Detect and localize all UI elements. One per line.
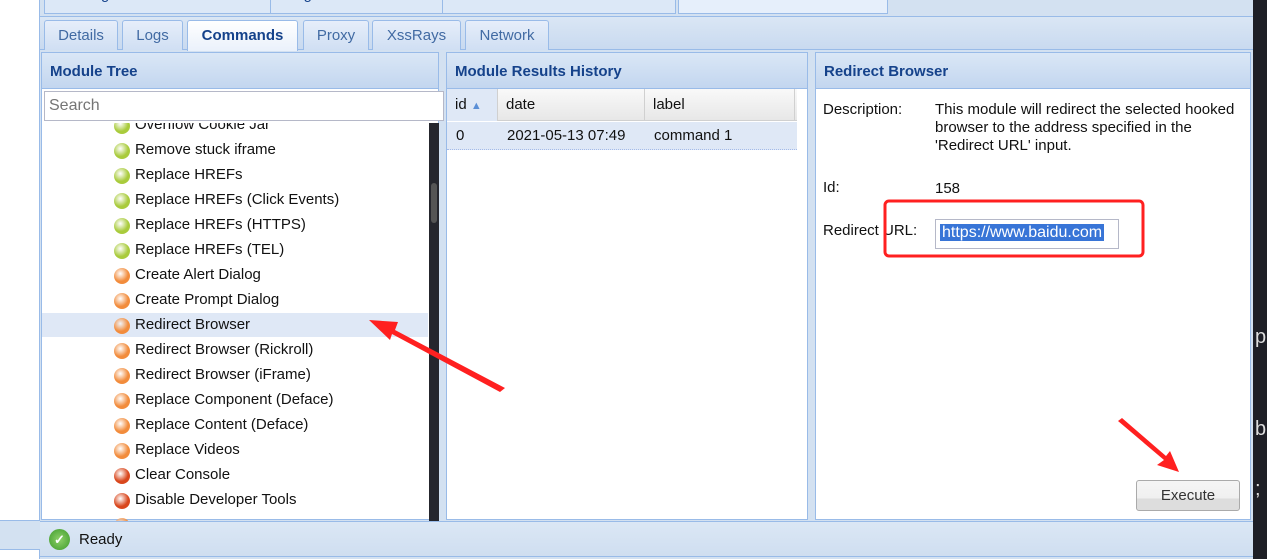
tree-item[interactable]: Overflow Cookie Jar <box>42 123 428 137</box>
column-date[interactable]: date <box>498 89 645 121</box>
cell-label: command 1 <box>654 127 733 144</box>
scrollbar-thumb[interactable] <box>431 183 437 223</box>
status-dot-icon <box>114 168 130 184</box>
status-dot-icon <box>114 343 130 359</box>
module-tree: Overflow Cookie Jar Remove stuck iframe Re… <box>42 123 428 521</box>
status-dot-icon <box>114 193 130 209</box>
tree-item[interactable]: Redirect Browser (Rickroll) <box>42 338 428 362</box>
id-label: Id: <box>823 179 840 196</box>
tree-item-label: Replace HREFs (HTTPS) <box>135 216 306 233</box>
tree-item[interactable]: Replace Component (Deface) <box>42 388 428 412</box>
status-dot-icon <box>114 393 130 409</box>
tree-item-label: Disable Developer Tools <box>135 491 297 508</box>
status-dot-icon <box>114 268 130 284</box>
tree-item-label: Create Prompt Dialog <box>135 291 280 308</box>
tab-logs[interactable]: Logs <box>122 20 183 50</box>
tab-details[interactable]: Details <box>44 20 118 50</box>
module-detail-panel: Redirect Browser Description: This modul… <box>815 52 1251 520</box>
module-title: Redirect Browser <box>816 53 1250 89</box>
redirect-url-value: https://www.baidu.com <box>940 224 1105 241</box>
tree-item[interactable]: Replace HREFs (Click Events) <box>42 188 428 212</box>
tree-item[interactable]: Replace HREFs (HTTPS) <box>42 213 428 237</box>
left-panel-edge <box>0 0 40 559</box>
tree-item-label: Replace Videos <box>135 441 240 458</box>
tree-item[interactable]: Redirect Browser (iFrame) <box>42 363 428 387</box>
tab-current-browser[interactable]: Current Browser <box>678 0 888 14</box>
check-circle-icon: ✓ <box>49 529 70 550</box>
tree-item[interactable]: Replace HREFs <box>42 163 428 187</box>
status-dot-icon <box>114 293 130 309</box>
cell-id: 0 <box>456 127 465 144</box>
status-dot-icon <box>114 318 130 334</box>
tree-item-label: Redirect Browser <box>135 316 251 333</box>
tree-item-label: Replace HREFs <box>135 166 243 183</box>
execute-button[interactable]: Execute <box>1136 480 1240 511</box>
tree-item-label: Replace HREFs (TEL) <box>135 241 285 258</box>
tree-item-label: Overflow Cookie Jar <box>135 123 271 133</box>
tab-commands[interactable]: Commands <box>187 20 298 51</box>
tab-xssrays[interactable]: XssRays <box>372 20 461 50</box>
sub-tab-bar: Details Logs Commands Proxy XssRays Netw… <box>40 16 1253 51</box>
column-label[interactable]: label <box>645 89 795 121</box>
results-grid-header: id ▲ date label <box>447 89 797 121</box>
tree-item-label: Replace Component (Deface) <box>135 391 334 408</box>
tree-item[interactable]: Remove stuck iframe <box>42 138 428 162</box>
redirect-url-input[interactable]: https://www.baidu.com <box>935 219 1119 249</box>
tree-item[interactable]: Replace Content (Deface) <box>42 413 428 437</box>
tree-item[interactable] <box>42 513 428 521</box>
tree-item-label: Replace HREFs (Click Events) <box>135 191 340 208</box>
tab-getting-started[interactable]: Getting Started <box>44 0 280 14</box>
tab-proxy[interactable]: Proxy <box>303 20 369 50</box>
tab-zombies[interactable]: Zombies <box>442 0 676 14</box>
tree-scrollbar[interactable] <box>429 123 439 521</box>
tree-item[interactable]: Replace Videos <box>42 438 428 462</box>
status-text: Ready <box>79 531 123 548</box>
tree-item-label: Redirect Browser (iFrame) <box>135 366 311 383</box>
cell-date: 2021-05-13 07:49 <box>507 127 626 144</box>
status-dot-icon <box>114 218 130 234</box>
results-title: Module Results History <box>447 53 807 89</box>
tree-item-label: Create Alert Dialog <box>135 266 261 283</box>
table-row[interactable]: 0 2021-05-13 07:49 command 1 <box>447 122 797 150</box>
description-label: Description: <box>823 101 903 118</box>
redirect-url-label: Redirect URL: <box>823 222 918 239</box>
tree-item[interactable]: Replace HREFs (TEL) <box>42 238 428 262</box>
tree-item-label: Remove stuck iframe <box>135 141 276 158</box>
sort-asc-icon: ▲ <box>470 100 482 112</box>
status-bar: ✓ Ready <box>40 521 1253 557</box>
column-id[interactable]: id ▲ <box>447 89 498 121</box>
module-tree-title: Module Tree <box>42 53 438 89</box>
tree-item-label: Redirect Browser (Rickroll) <box>135 341 314 358</box>
status-dot-icon <box>114 418 130 434</box>
tree-item[interactable]: Create Prompt Dialog <box>42 288 428 312</box>
status-dot-icon <box>114 368 130 384</box>
tree-item[interactable]: Disable Developer Tools <box>42 488 428 512</box>
tree-item[interactable]: Create Alert Dialog <box>42 263 428 287</box>
status-dot-icon <box>114 243 130 259</box>
status-dot-icon <box>114 493 130 509</box>
tree-item-label: Clear Console <box>135 466 231 483</box>
status-dot-icon <box>114 443 130 459</box>
main-window: Getting Started Logs Zombies Current Bro… <box>40 0 1253 559</box>
id-value: 158 <box>935 180 961 197</box>
search-input[interactable] <box>44 91 444 121</box>
module-results-panel: Module Results History id ▲ date label 0… <box>446 52 808 520</box>
tree-item-label: Replace Content (Deface) <box>135 416 309 433</box>
status-dot-icon <box>114 143 130 159</box>
status-dot-icon <box>114 123 130 134</box>
status-dot-icon <box>114 468 130 484</box>
tree-item[interactable]: Clear Console <box>42 463 428 487</box>
tab-network[interactable]: Network <box>465 20 549 50</box>
background-terminal-edge: p b; <box>1253 0 1267 559</box>
module-tree-panel: Module Tree Overflow Cookie Jar Remove st… <box>41 52 444 521</box>
tree-item[interactable]: Redirect Browser <box>42 313 428 337</box>
description-text: This module will redirect the selected h… <box>935 101 1235 154</box>
